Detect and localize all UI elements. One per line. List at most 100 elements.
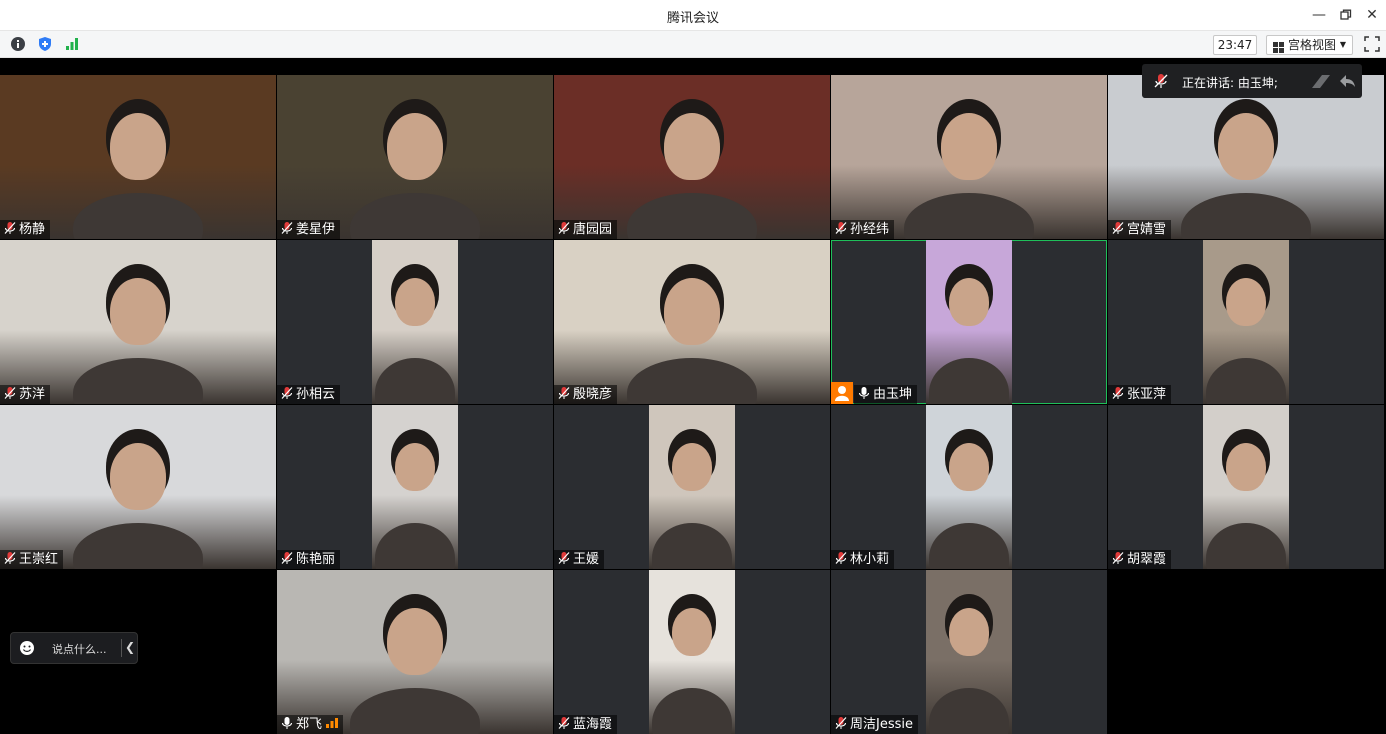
meeting-timer: 23:47 [1213,35,1257,55]
minimize-icon[interactable]: — [1308,4,1330,26]
weak-signal-icon [326,717,339,732]
participant-body [929,523,1009,569]
pin-icon[interactable] [1310,72,1336,93]
info-icon[interactable] [10,36,26,52]
participant-name: 由玉坤 [873,387,913,402]
chat-input-bar[interactable]: 说点什么... ❮ [10,632,138,664]
participant-tile[interactable]: 由玉坤 [831,240,1107,404]
emoji-icon[interactable] [19,640,35,659]
participant-name-tag: 宫婧雪 [1108,220,1172,239]
participant-name-tag: 张亚萍 [1108,385,1172,404]
mic-muted-icon [835,221,847,239]
video-feed [277,75,553,239]
participant-figure [395,443,435,491]
participant-tile[interactable]: 周洁Jessie [831,570,1107,734]
participant-figure [1218,113,1274,181]
participant-name-tag: 苏洋 [0,385,51,404]
shield-icon[interactable] [37,36,53,52]
mic-muted-icon [1154,73,1168,92]
grid-view-icon [1273,40,1284,58]
speaking-indicator: 正在讲话: 由玉坤; [1142,64,1362,98]
video-feed [926,570,1012,734]
participant-body [73,523,203,569]
participant-figure [664,113,720,181]
video-feed [831,75,1107,239]
participant-tile[interactable]: 孙经纬 [831,75,1107,239]
signal-icon[interactable] [64,36,80,52]
participant-tile[interactable]: 蓝海霞 [554,570,830,734]
chat-placeholder: 说点什么... [52,643,107,656]
mic-muted-icon [281,221,293,239]
participant-name-tag: 郑飞 [277,715,344,734]
participant-figure [672,608,712,656]
participant-body [1181,193,1311,239]
mic-muted-icon [835,716,847,734]
participant-name-tag: 唐园园 [554,220,618,239]
participant-name: 郑飞 [296,717,323,732]
mic-on-icon [281,716,293,734]
participant-tile[interactable]: 杨静 [0,75,276,239]
participant-name-tag: 杨静 [0,220,51,239]
mic-muted-icon [1112,386,1124,404]
chat-divider [121,639,122,657]
participant-body [652,523,732,569]
mic-muted-icon [4,551,16,569]
participant-tile[interactable]: 殷晓彦 [554,240,830,404]
mic-muted-icon [1112,551,1124,569]
participant-figure [949,608,989,656]
participant-tile[interactable]: 胡翠霞 [1108,405,1384,569]
view-mode-label: 宫格视图 [1288,38,1337,52]
participant-name-tag: 陈艳丽 [277,550,341,569]
participant-tile[interactable]: 王崇红 [0,405,276,569]
participant-tile[interactable]: 王媛 [554,405,830,569]
video-feed [277,570,553,734]
video-grid: 杨静 姜星伊 唐园园 孙经纬 宫婧雪苏洋 孙相云 殷晓彦 由玉坤 张亚萍王崇红 陈艳丽 王媛 林小莉 胡… [0,58,1386,734]
participant-figure [395,278,435,326]
participant-tile[interactable]: 林小莉 [831,405,1107,569]
participant-body [73,358,203,404]
participant-figure [1226,278,1266,326]
video-feed [554,75,830,239]
participant-name: 蓝海霞 [573,717,613,732]
mic-muted-icon [835,551,847,569]
participant-figure [941,113,997,181]
view-mode-button[interactable]: 宫格视图 ▼ [1266,35,1353,55]
video-feed [0,405,276,569]
participant-tile[interactable]: 唐园园 [554,75,830,239]
participant-tile[interactable]: 孙相云 [277,240,553,404]
host-icon [831,382,853,404]
participant-name: 杨静 [19,222,46,237]
mic-muted-icon [558,716,570,734]
participant-figure [949,443,989,491]
participant-tile[interactable]: 陈艳丽 [277,405,553,569]
mic-muted-icon [558,386,570,404]
mic-muted-icon [558,221,570,239]
collapse-icon[interactable] [1338,72,1356,93]
window-title: 腾讯会议 [666,11,719,26]
participant-tile[interactable]: 苏洋 [0,240,276,404]
participant-name: 周洁Jessie [850,717,913,732]
participant-tile[interactable]: 郑飞 [277,570,553,734]
video-feed [372,405,458,569]
participant-figure [1226,443,1266,491]
meeting-toolbar: 23:47 宫格视图 ▼ [0,31,1386,58]
restore-icon[interactable] [1335,4,1357,26]
video-feed [1108,75,1384,239]
participant-name-tag: 周洁Jessie [831,715,918,734]
participant-body [627,358,757,404]
mic-muted-icon [558,551,570,569]
video-feed [649,405,735,569]
chevron-left-icon[interactable]: ❮ [125,640,135,654]
fullscreen-icon[interactable] [1364,36,1380,52]
mic-muted-icon [4,386,16,404]
participant-name: 王崇红 [19,552,59,567]
participant-tile[interactable]: 张亚萍 [1108,240,1384,404]
close-icon[interactable]: ✕ [1361,4,1383,26]
participant-tile[interactable]: 宫婧雪 [1108,75,1384,239]
participant-figure [949,278,989,326]
participant-name-tag: 王媛 [554,550,605,569]
video-feed [926,240,1012,404]
participant-body [73,193,203,239]
participant-tile[interactable]: 姜星伊 [277,75,553,239]
title-bar: 腾讯会议 — ✕ [0,0,1386,31]
